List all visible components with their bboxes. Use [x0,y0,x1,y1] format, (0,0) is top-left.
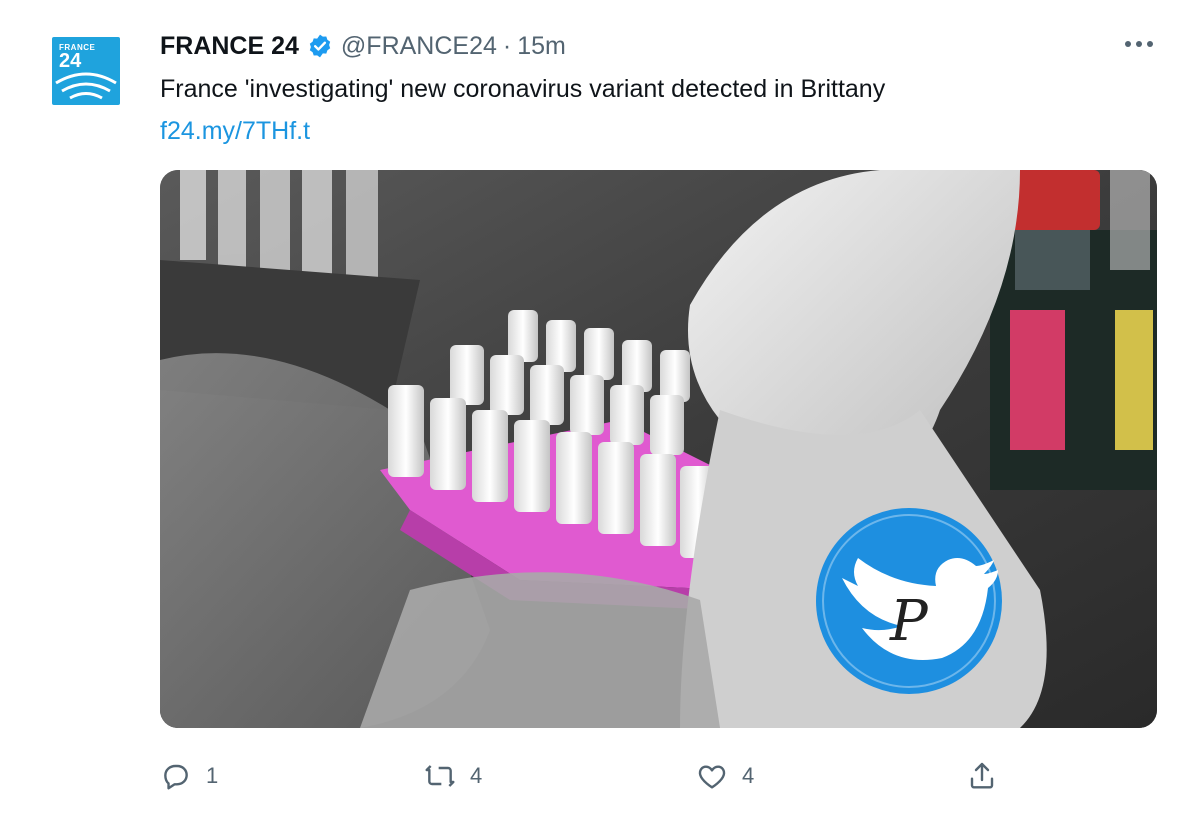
retweet-button[interactable]: 4 [424,756,482,796]
tweet-actions: 1 4 4 [160,756,1160,796]
timestamp[interactable]: 15m [517,32,566,61]
media-image [160,170,1157,728]
share-icon [970,762,994,789]
handle[interactable]: @FRANCE24 [341,32,497,61]
avatar[interactable]: FRANCE 24 [52,37,120,105]
verified-badge-icon [307,33,333,59]
reply-icon [164,764,188,790]
tweet-header: FRANCE 24 @FRANCE24 · 15m [160,30,566,62]
share-button[interactable] [966,756,998,796]
svg-text:P: P [889,589,929,654]
reply-button[interactable]: 1 [160,756,218,796]
like-button[interactable]: 4 [696,756,754,796]
tweet-media[interactable]: P [160,170,1157,728]
france24-logo [55,72,117,100]
like-icon [698,765,726,789]
retweet-count: 4 [470,763,483,788]
separator-dot: · [502,31,512,60]
tweet-text: France 'investigating' new coronavirus v… [160,75,886,103]
tweet-link[interactable]: f24.my/7THf.t [160,115,310,147]
tweet[interactable]: FRANCE 24 FRANCE 24 @FRANCE24 · 15m Fran… [0,0,1200,816]
more-icon[interactable] [1122,34,1156,54]
display-name[interactable]: FRANCE 24 [160,32,299,61]
retweet-icon [425,765,455,787]
reply-count: 1 [206,763,219,788]
like-count: 4 [742,763,755,788]
watermark-bird-logo: P [816,508,1002,694]
